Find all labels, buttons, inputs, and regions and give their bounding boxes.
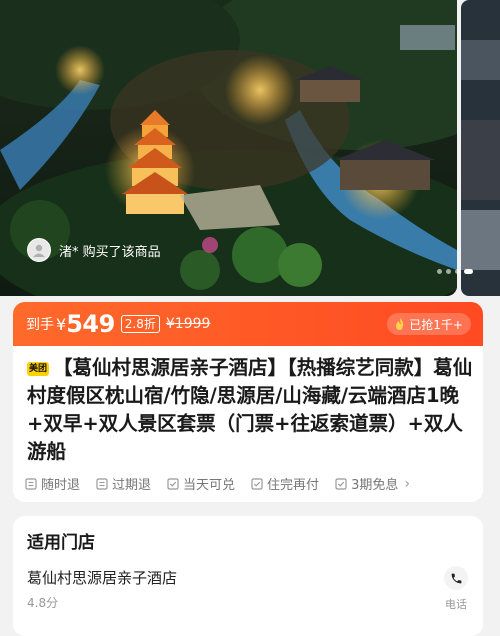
product-info-card: 美团 【葛仙村思源居亲子酒店】【热播综艺同款】葛仙村度假区枕山宿/竹隐/思源居/山…: [13, 346, 483, 502]
price-prefix: 到手: [26, 317, 54, 333]
recent-buyer-notice: 渚* 购买了该商品: [27, 236, 161, 264]
store-section-heading: 适用门店: [27, 533, 95, 553]
service-guarantees[interactable]: 随时退 过期退 当天可兑 住完再付 3期免息 ›: [25, 474, 410, 493]
user-icon: [33, 244, 45, 257]
store-name[interactable]: 葛仙村思源居亲子酒店: [27, 567, 177, 588]
carousel-indicator: [437, 269, 473, 274]
service-label: 随时退: [41, 478, 81, 493]
carousel-dot-active: [464, 269, 473, 274]
product-title: 【葛仙村思源居亲子酒店】【热播综艺同款】葛仙村度假区枕山宿/竹隐/思源居/山海藏…: [27, 356, 473, 463]
service-label: 3期免息: [351, 478, 399, 493]
chevron-right-icon[interactable]: ›: [404, 476, 410, 492]
service-item[interactable]: 当天可兑: [167, 474, 235, 493]
sold-count-text: 已抢1千+: [409, 317, 463, 332]
flame-icon: [396, 318, 404, 330]
applicable-store-card: 适用门店 葛仙村思源居亲子酒店 4.8分 电话: [13, 516, 483, 636]
brand-tag: 美团: [27, 362, 50, 376]
phone-icon: [451, 573, 461, 583]
buyer-text: 渚* 购买了该商品: [59, 244, 161, 260]
price-amount: 549: [66, 310, 115, 338]
carousel-dot: [455, 269, 460, 274]
sold-count-badge: 已抢1千+: [387, 313, 471, 335]
hero-carousel[interactable]: 渚* 购买了该商品: [0, 0, 500, 296]
service-label: 住完再付: [267, 478, 320, 493]
check-icon: [335, 477, 347, 490]
next-slide-photo: [461, 0, 500, 296]
service-item[interactable]: 随时退: [25, 474, 80, 493]
service-label: 当天可兑: [183, 478, 236, 493]
carousel-dot: [446, 269, 451, 274]
check-icon: [167, 477, 179, 490]
buyer-avatar: [27, 238, 51, 262]
original-price: ¥1999: [165, 316, 211, 332]
next-slide-preview[interactable]: [461, 0, 500, 296]
service-item[interactable]: 过期退: [96, 474, 151, 493]
store-rating: 4.8分: [27, 596, 59, 610]
carousel-dot: [437, 269, 442, 274]
doc-icon: [25, 477, 37, 490]
phone-button[interactable]: [444, 566, 468, 590]
phone-label[interactable]: 电话: [445, 596, 467, 612]
service-item[interactable]: 住完再付: [251, 474, 319, 493]
price-bar: 到手 ¥ 549 2.8折 ¥1999 已抢1千+: [13, 302, 483, 346]
currency-symbol: ¥: [56, 314, 67, 334]
discount-badge: 2.8折: [120, 315, 160, 333]
product-title-block: 美团 【葛仙村思源居亲子酒店】【热播综艺同款】葛仙村度假区枕山宿/竹隐/思源居/山…: [27, 354, 477, 466]
check-icon: [251, 477, 263, 490]
service-item[interactable]: 3期免息: [335, 474, 398, 493]
doc-icon: [96, 477, 108, 490]
service-label: 过期退: [112, 478, 152, 493]
